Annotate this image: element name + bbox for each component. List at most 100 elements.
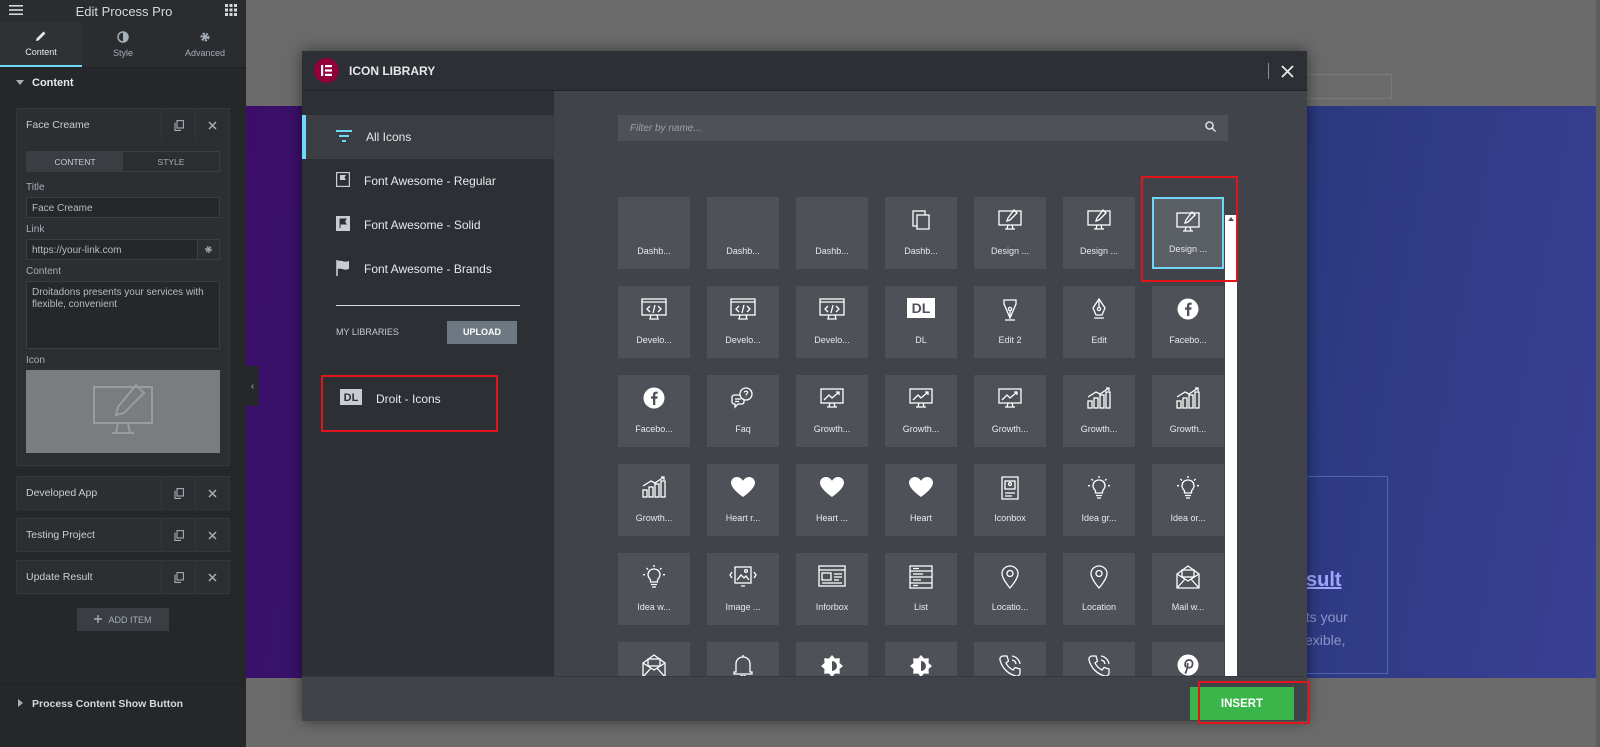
subtab-content[interactable]: CONTENT — [27, 152, 123, 171]
duplicate-icon[interactable] — [161, 109, 195, 141]
icon-tile-pen-nib[interactable]: Edit 2 — [974, 286, 1046, 358]
image-icon — [707, 565, 779, 587]
close-icon[interactable] — [195, 109, 229, 141]
icon-tile-bell[interactable] — [707, 642, 779, 676]
icon-tile-copy[interactable]: Dashb... — [885, 197, 957, 269]
icon-tile-phone[interactable] — [974, 642, 1046, 676]
link-field[interactable]: https://your-link.com — [26, 239, 198, 260]
close-icon[interactable] — [195, 561, 229, 593]
icon-tile-growth-bars[interactable]: Growth... — [1152, 375, 1224, 447]
add-item-button[interactable]: ADD ITEM — [77, 608, 169, 631]
icon-tile-faq[interactable]: Faq — [707, 375, 779, 447]
library-droit-icons[interactable]: DL Droit - Icons — [322, 371, 496, 426]
icon-tile-growth-monitor[interactable]: Growth... — [885, 375, 957, 447]
section-content-header[interactable]: Content — [0, 68, 246, 98]
icon-tile-growth-monitor[interactable]: Growth... — [974, 375, 1046, 447]
icon-tile-code-window[interactable]: Develo... — [796, 286, 868, 358]
category-all-icons[interactable]: All Icons — [302, 115, 554, 159]
category-fa-regular[interactable]: Font Awesome - Regular — [302, 159, 554, 203]
repeater-item-header[interactable]: Update Result — [17, 561, 229, 593]
page-scrollbar[interactable] — [1596, 0, 1600, 747]
icon-tile-label: Develo... — [814, 335, 850, 345]
icon-tile-inforbox[interactable]: Inforbox — [796, 553, 868, 625]
icon-tile-bulb[interactable]: Idea w... — [618, 553, 690, 625]
repeater-item-collapsed: Testing Project — [16, 518, 230, 552]
scroll-up-arrow-icon[interactable] — [1228, 217, 1234, 221]
monitor-pen-icon — [92, 383, 154, 440]
category-fa-solid[interactable]: Font Awesome - Solid — [302, 203, 554, 247]
icon-tile-heart[interactable]: Heart — [885, 464, 957, 536]
phone-icon — [974, 654, 1046, 676]
repeater-item-header[interactable]: Face Creame — [17, 109, 229, 141]
close-icon[interactable] — [195, 519, 229, 551]
icon-tile-bulb[interactable]: Idea or... — [1152, 464, 1224, 536]
repeater-item-header[interactable]: Testing Project — [17, 519, 229, 551]
widgets-grid-icon[interactable] — [224, 3, 237, 19]
upload-button[interactable]: UPLOAD — [447, 320, 517, 344]
icon-tile-pinterest[interactable] — [1152, 642, 1224, 676]
icon-tile-code-window[interactable]: Develo... — [618, 286, 690, 358]
icon-tile-brightness[interactable] — [885, 642, 957, 676]
icon-tile-location[interactable]: Location — [1063, 553, 1135, 625]
close-icon[interactable] — [195, 477, 229, 509]
icon-picker-preview[interactable] — [26, 370, 220, 453]
insert-button[interactable]: INSERT — [1190, 687, 1294, 720]
icon-tile-heart[interactable]: Heart ... — [796, 464, 868, 536]
search-icon[interactable] — [1205, 119, 1216, 137]
tab-advanced[interactable]: Advanced — [164, 22, 246, 67]
icon-tile-growth-bars[interactable]: Growth... — [1063, 375, 1135, 447]
hamburger-menu-icon[interactable] — [9, 4, 23, 19]
duplicate-icon[interactable] — [161, 561, 195, 593]
icon-tile-mail[interactable] — [618, 642, 690, 676]
icon-search-bar[interactable] — [618, 115, 1228, 141]
icon-tile-label: Image ... — [725, 602, 761, 612]
title-field[interactable]: Face Creame — [26, 197, 220, 218]
icon-tile-brightness[interactable] — [796, 642, 868, 676]
content-textarea[interactable]: Droitadons presents your services with f… — [26, 281, 220, 349]
icon-tile-code-window[interactable]: Develo... — [707, 286, 779, 358]
section-process-button-header[interactable]: Process Content Show Button — [0, 683, 246, 723]
icon-tile-facebook[interactable]: Facebo... — [1152, 286, 1224, 358]
icon-tile-label: Design ... — [1079, 246, 1119, 256]
icon-tile-growth-monitor[interactable]: Growth... — [796, 375, 868, 447]
icon-tile-label: Mail w... — [1171, 602, 1205, 612]
icon-tile-iconbox[interactable]: Iconbox — [974, 464, 1046, 536]
icon-tile-phone[interactable] — [1063, 642, 1135, 676]
icon-tile-facebook[interactable]: Facebo... — [618, 375, 690, 447]
icon-tile-list[interactable]: List — [885, 553, 957, 625]
duplicate-icon[interactable] — [161, 519, 195, 551]
icon-tile-monitor-pen[interactable]: Design ... — [974, 197, 1046, 269]
repeater-item-label: Testing Project — [26, 529, 95, 541]
icon-tile-monitor-pen[interactable]: Design ... — [1063, 197, 1135, 269]
growth-bars-icon — [1152, 387, 1224, 409]
icon-search-input[interactable] — [630, 122, 1205, 134]
tab-style[interactable]: Style — [82, 22, 164, 67]
copy-icon — [885, 209, 957, 231]
repeater-item-header[interactable]: Developed App — [17, 477, 229, 509]
duplicate-icon[interactable] — [161, 477, 195, 509]
icon-tile-location[interactable]: Locatio... — [974, 553, 1046, 625]
icon-tile-dl-badge[interactable]: DL DL — [885, 286, 957, 358]
icon-tile-image[interactable]: Image ... — [707, 553, 779, 625]
panel-collapse-chevron-icon[interactable]: ‹ — [246, 366, 259, 406]
icon-tile-blank[interactable]: Dashb... — [618, 197, 690, 269]
icon-grid-scrollbar[interactable] — [1225, 215, 1237, 676]
icon-tile-blank[interactable]: Dashb... — [707, 197, 779, 269]
icon-tile-label: Growth... — [1080, 424, 1118, 434]
icon-tile-bulb[interactable]: Idea gr... — [1063, 464, 1135, 536]
modal-close-icon[interactable] — [1277, 61, 1297, 81]
icon-tile-monitor-pen[interactable]: Design ... — [1152, 197, 1224, 269]
icon-tile-pen-nib-2[interactable]: Edit — [1063, 286, 1135, 358]
category-fa-brands[interactable]: Font Awesome - Brands — [302, 247, 554, 291]
icon-tile-mail[interactable]: Mail w... — [1152, 553, 1224, 625]
icon-tile-heart[interactable]: Heart r... — [707, 464, 779, 536]
tab-content[interactable]: Content — [0, 22, 82, 67]
icon-tile-blank[interactable]: Dashb... — [796, 197, 868, 269]
icon-tile-growth-bars[interactable]: Growth... — [618, 464, 690, 536]
subtab-style[interactable]: STYLE — [123, 152, 219, 171]
repeater-item-label: Update Result — [26, 571, 93, 583]
link-options-gear-icon[interactable] — [198, 239, 220, 260]
iconbox-icon — [974, 476, 1046, 500]
section-process-button-label: Process Content Show Button — [32, 697, 184, 710]
editor-panel: Edit Process Pro Content Style Advanced … — [0, 0, 246, 747]
